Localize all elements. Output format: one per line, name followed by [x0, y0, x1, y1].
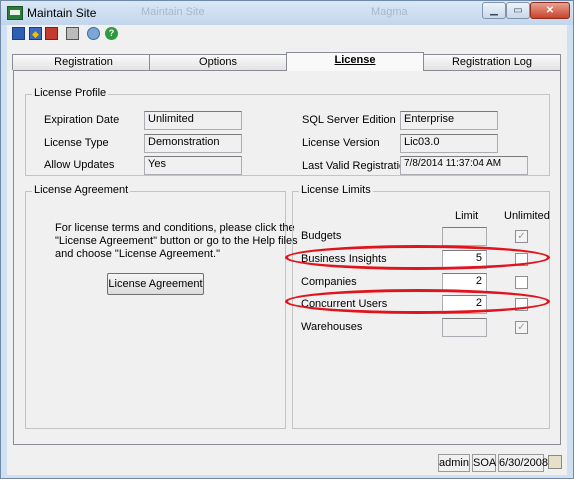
license-agreement-text: "License Agreement" button or go to the …: [55, 235, 298, 247]
close-icon: ✕: [545, 5, 555, 16]
sql-edition-label: SQL Server Edition: [302, 114, 396, 126]
license-profile-title: License Profile: [32, 87, 109, 99]
allow-updates-label: Allow Updates: [44, 159, 115, 171]
license-profile-group: License Profile Expiration Date Unlimite…: [25, 87, 550, 176]
toolbar: ◆ ?: [7, 25, 567, 43]
background-window-title: Magma: [371, 6, 408, 18]
maximize-button[interactable]: ▭: [506, 2, 530, 19]
minimize-button[interactable]: ▁: [482, 2, 506, 19]
license-agreement-group: License Agreement For license terms and …: [25, 184, 298, 429]
save-icon[interactable]: [12, 27, 25, 40]
expiration-date-field: Unlimited: [144, 111, 242, 130]
license-limits-title: License Limits: [299, 184, 373, 196]
status-user: admin: [438, 454, 470, 472]
status-bar: admin SOA 6/30/2008: [7, 451, 567, 475]
background-window-title: Maintain Site: [141, 6, 205, 18]
delete-icon[interactable]: [45, 27, 58, 40]
maximize-icon: ▭: [513, 5, 523, 16]
allow-updates-field: Yes: [144, 156, 242, 175]
business-insights-highlight: [285, 245, 550, 270]
minimize-icon: ▁: [490, 5, 498, 16]
budgets-label: Budgets: [301, 230, 342, 242]
maintain-site-window: Maintain Site Maintain Site Magma ▁ ▭ ✕ …: [0, 0, 574, 479]
save-as-icon[interactable]: ◆: [29, 27, 42, 40]
tab-license[interactable]: License: [286, 52, 424, 71]
unlimited-column-header: Unlimited: [504, 210, 550, 222]
warehouses-unlimited-checkbox[interactable]: ✓: [515, 321, 528, 334]
license-agreement-text: For license terms and conditions, please…: [55, 222, 295, 234]
tab-registration[interactable]: Registration: [12, 54, 155, 70]
license-type-field: Demonstration: [144, 134, 242, 153]
license-version-label: License Version: [302, 137, 380, 149]
concurrent-users-highlight: [285, 289, 550, 314]
status-company: SOA: [472, 454, 496, 472]
warehouses-limit-field[interactable]: [442, 318, 487, 337]
close-button[interactable]: ✕: [530, 2, 570, 19]
sql-edition-field: Enterprise: [400, 111, 498, 130]
budgets-limit-field[interactable]: [442, 227, 487, 246]
notepad-icon[interactable]: [548, 455, 562, 469]
license-type-label: License Type: [44, 137, 109, 149]
tab-options[interactable]: Options: [149, 54, 287, 70]
last-registration-field: 7/8/2014 11:37:04 AM: [400, 156, 528, 175]
print-icon[interactable]: [66, 27, 79, 40]
license-agreement-title: License Agreement: [32, 184, 131, 196]
budgets-unlimited-checkbox[interactable]: ✓: [515, 230, 528, 243]
tab-registration-log[interactable]: Registration Log: [423, 54, 561, 70]
limit-column-header: Limit: [455, 210, 479, 222]
license-version-field: Lic03.0: [400, 134, 498, 153]
warehouses-label: Warehouses: [301, 321, 363, 333]
license-agreement-button[interactable]: License Agreement: [107, 273, 204, 295]
license-agreement-text: and choose "License Agreement.": [55, 248, 220, 260]
companies-unlimited-checkbox[interactable]: [515, 276, 528, 289]
sage-app-icon: [7, 6, 23, 20]
last-registration-label: Last Valid Registration: [302, 160, 412, 172]
sage-icon[interactable]: [87, 27, 100, 40]
window-title: Maintain Site: [27, 6, 97, 20]
companies-label: Companies: [301, 276, 357, 288]
status-date: 6/30/2008: [498, 454, 548, 472]
help-icon[interactable]: ?: [105, 27, 118, 40]
title-bar[interactable]: Maintain Site Maintain Site Magma ▁ ▭ ✕: [1, 1, 573, 25]
expiration-date-label: Expiration Date: [44, 114, 120, 126]
